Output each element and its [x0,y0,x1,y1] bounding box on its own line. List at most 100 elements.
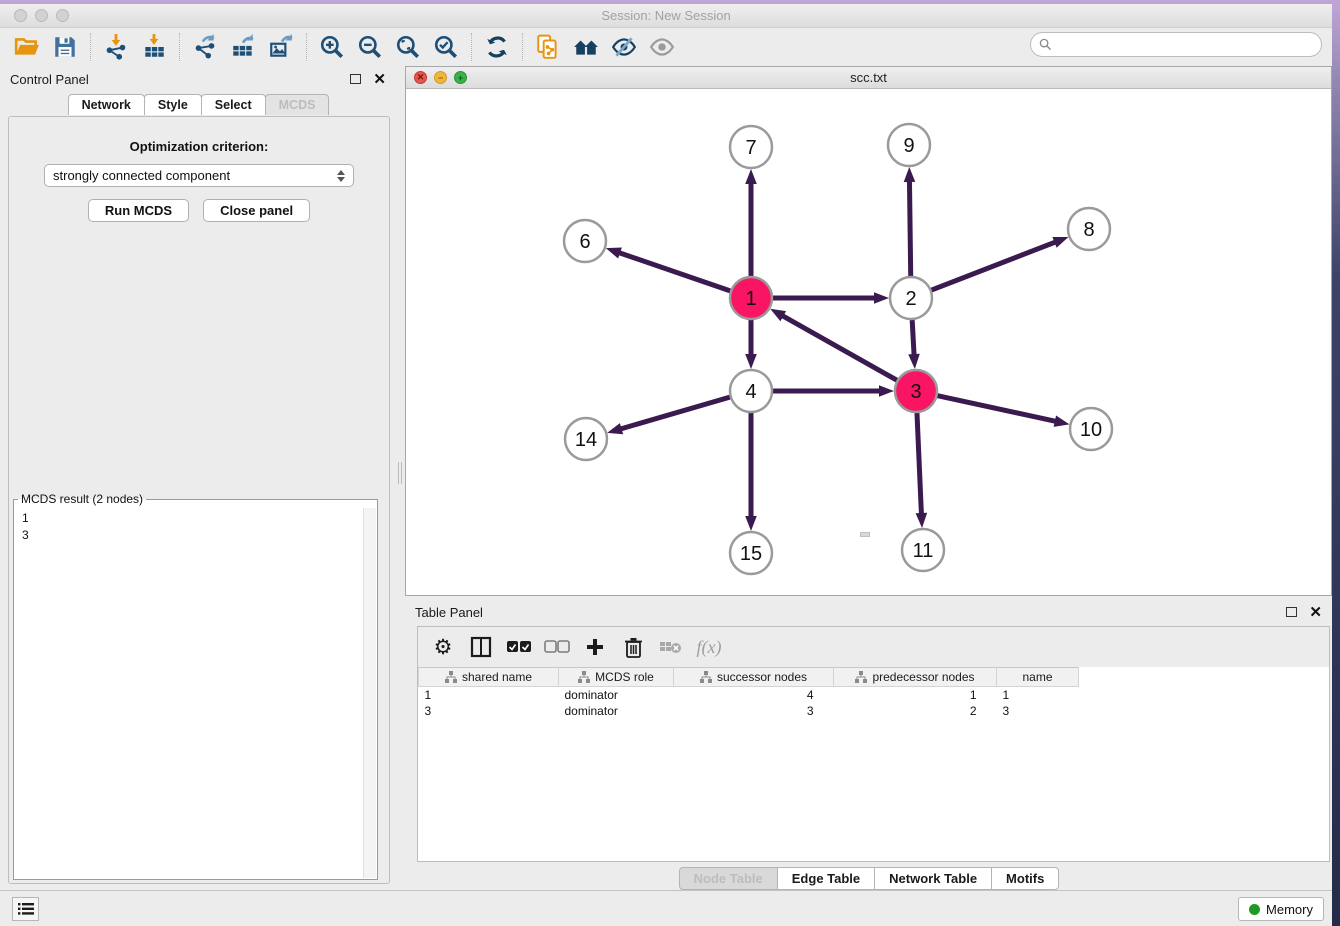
float-panel-icon[interactable] [350,74,361,84]
table-row[interactable]: 3dominator323 [419,703,1079,719]
export-table-button[interactable] [224,31,262,63]
graph-edge-1-6[interactable] [618,252,730,290]
table-row[interactable]: 1dominator411 [419,687,1079,704]
zoom-selected-button[interactable] [427,31,465,63]
column-label: name [1022,670,1052,684]
graph-node-label-3: 3 [910,381,921,403]
delete-column-button[interactable] [616,632,650,662]
graph-node-label-4: 4 [745,381,756,403]
table-cell[interactable]: 3 [419,703,559,719]
delete-table-button[interactable] [654,632,688,662]
window-minimize-button[interactable] [35,9,48,22]
column-header-successor-nodes[interactable]: successor nodes [674,668,834,687]
table-toolbar: ⚙ f(x) [418,627,1329,667]
search-icon [1039,38,1052,51]
panel-selector-button[interactable] [12,897,39,921]
table-cell[interactable]: 4 [674,687,834,704]
tab-select[interactable]: Select [201,94,266,115]
float-table-panel-icon[interactable] [1286,607,1297,617]
graph-node-label-2: 2 [905,288,916,310]
import-network-button[interactable] [97,31,135,63]
function-builder-button[interactable]: f(x) [692,632,726,662]
trash-icon [624,637,643,658]
columns-icon [470,636,492,658]
table-cell[interactable]: 1 [419,687,559,704]
graph-edge-arrowhead [770,309,786,321]
column-header-shared-name[interactable]: shared name [419,668,559,687]
network-minimize-button[interactable]: − [434,71,447,84]
graph-edge-3-11[interactable] [917,413,921,515]
table-cell[interactable]: 1 [997,687,1079,704]
show-all-button[interactable] [643,31,681,63]
close-panel-button[interactable]: Close panel [203,199,310,222]
graph-edge-3-1[interactable] [781,315,896,380]
table-cell[interactable]: 3 [674,703,834,719]
network-maximize-button[interactable]: + [454,71,467,84]
open-session-button[interactable] [8,31,46,63]
table-cell[interactable]: 1 [834,687,997,704]
network-window-titlebar[interactable]: ✕ − + scc.txt [406,67,1331,89]
zoom-in-button[interactable] [313,31,351,63]
import-table-button[interactable] [135,31,173,63]
new-network-from-selection-button[interactable] [529,31,567,63]
window-zoom-button[interactable] [56,9,69,22]
tab-edge-table[interactable]: Edge Table [777,867,875,890]
welcome-screen-button[interactable] [567,31,605,63]
tab-network-table[interactable]: Network Table [874,867,992,890]
graph-edge-3-10[interactable] [937,396,1056,422]
table-settings-button[interactable]: ⚙ [426,632,460,662]
hide-selected-button[interactable] [605,31,643,63]
graph-edge-arrowhead [916,513,928,528]
graph-edge-arrowhead [607,423,623,434]
apply-layout-button[interactable] [478,31,516,63]
tab-style[interactable]: Style [144,94,202,115]
optimization-criterion-select[interactable]: strongly connected component [44,164,354,187]
memory-button[interactable]: Memory [1238,897,1324,921]
tab-network[interactable]: Network [68,94,145,115]
vertical-splitter[interactable] [396,64,405,894]
mcds-result-line: 1 [22,510,363,527]
zoom-fit-button[interactable] [389,31,427,63]
graph-edge-arrowhead [606,248,622,259]
node-table-area[interactable]: shared nameMCDS rolesuccessor nodesprede… [418,667,1329,861]
tab-mcds[interactable]: MCDS [265,94,330,115]
table-cell[interactable]: 3 [997,703,1079,719]
graph-edge-2-9[interactable] [909,180,910,276]
search-field[interactable] [1030,32,1322,57]
window-close-button[interactable] [14,9,27,22]
graph-edge-2-3[interactable] [912,320,914,356]
graph-edge-4-14[interactable] [620,397,730,429]
export-network-button[interactable] [186,31,224,63]
table-tabs: Node Table Edge Table Network Table Moti… [405,867,1332,890]
column-header-MCDS-role[interactable]: MCDS role [559,668,674,687]
table-cell[interactable]: 2 [834,703,997,719]
mcds-result-list[interactable]: 13 [15,508,363,878]
tab-motifs[interactable]: Motifs [991,867,1059,890]
save-disk-icon [52,34,78,60]
create-column-button[interactable] [578,632,612,662]
select-all-rows-button[interactable] [502,632,536,662]
table-cell[interactable]: dominator [559,687,674,704]
search-input[interactable] [1057,38,1321,52]
graph-edge-arrowhead [879,385,894,397]
result-scrollbar[interactable] [363,508,376,878]
export-image-button[interactable] [262,31,300,63]
graph-edge-2-8[interactable] [932,242,1057,290]
show-columns-button[interactable] [464,632,498,662]
zoom-out-button[interactable] [351,31,389,63]
table-cell[interactable]: dominator [559,703,674,719]
deselect-all-rows-button[interactable] [540,632,574,662]
column-header-name[interactable]: name [997,668,1079,687]
network-canvas[interactable]: 7968124314101511 [406,89,1331,595]
column-header-predecessor-nodes[interactable]: predecessor nodes [834,668,997,687]
import-network-icon [103,34,129,60]
network-close-button[interactable]: ✕ [414,71,427,84]
tab-node-table[interactable]: Node Table [679,867,778,890]
horizontal-splitter-grip[interactable] [860,532,870,537]
close-table-panel-icon[interactable]: ✕ [1309,605,1322,620]
plus-icon [585,637,605,657]
run-mcds-button[interactable]: Run MCDS [88,199,189,222]
memory-status-icon [1249,904,1260,915]
save-session-button[interactable] [46,31,84,63]
close-panel-icon[interactable]: ✕ [373,72,386,87]
